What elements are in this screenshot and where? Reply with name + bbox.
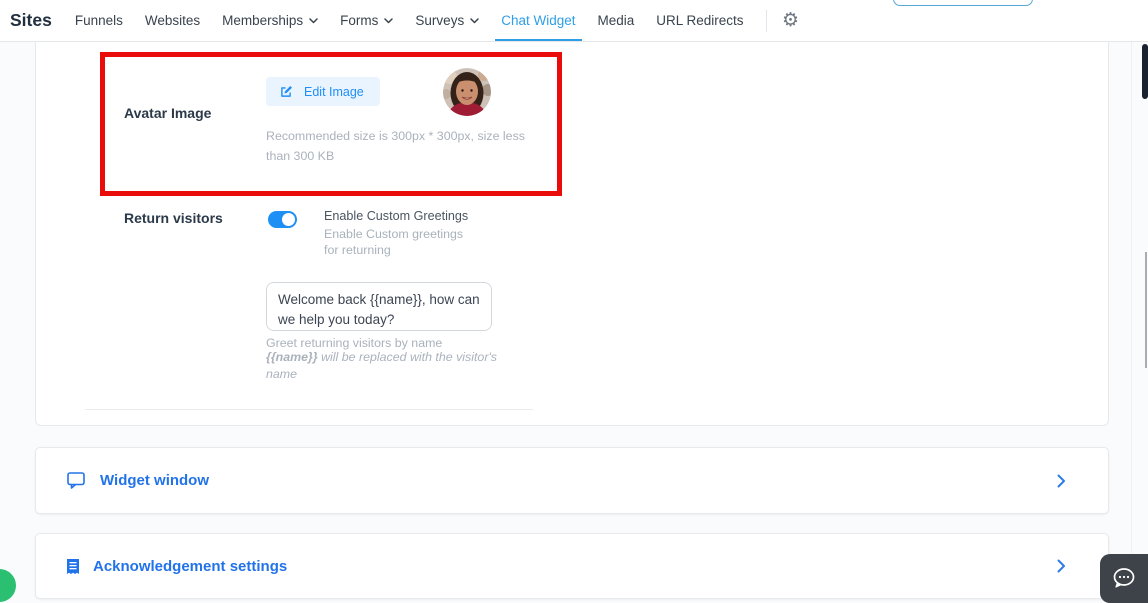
tab-forms[interactable]: Forms bbox=[329, 0, 404, 41]
nav-divider bbox=[765, 9, 767, 32]
enable-custom-greetings-title: Enable Custom Greetings bbox=[324, 209, 469, 223]
edit-image-label: Edit Image bbox=[304, 84, 364, 99]
section-divider bbox=[85, 409, 533, 410]
acknowledgement-settings-title: Acknowledgement settings bbox=[93, 557, 288, 575]
avatar-image-label: Avatar Image bbox=[124, 105, 212, 121]
greeting-message-textarea[interactable]: Welcome back {{name}}, how can we help y… bbox=[266, 282, 492, 331]
support-chat-bubble[interactable] bbox=[0, 569, 16, 602]
chevron-right-icon bbox=[1057, 474, 1066, 488]
chat-bubble-icon bbox=[67, 472, 86, 489]
greeting-token-helper-text: {{name}} will be replaced with the visit… bbox=[266, 349, 506, 384]
tab-websites[interactable]: Websites bbox=[134, 0, 211, 41]
custom-greetings-toggle[interactable] bbox=[268, 211, 297, 228]
chat-launcher-button[interactable] bbox=[1100, 554, 1148, 603]
tab-chat-widget[interactable]: Chat Widget bbox=[490, 0, 586, 41]
settings-gear-button[interactable]: ⚙ bbox=[778, 8, 804, 34]
chevron-right-icon bbox=[1057, 559, 1066, 573]
tab-surveys[interactable]: Surveys bbox=[404, 0, 490, 41]
tab-label: Surveys bbox=[415, 13, 465, 28]
gear-icon: ⚙ bbox=[782, 9, 800, 31]
chat-launcher-icon bbox=[1113, 567, 1135, 588]
nav-tabs: Funnels Websites Memberships Forms Surve… bbox=[64, 0, 755, 41]
receipt-icon bbox=[67, 558, 79, 574]
cutoff-top-button[interactable] bbox=[893, 0, 1033, 6]
chevron-down-icon bbox=[309, 17, 318, 23]
tab-url-redirects[interactable]: URL Redirects bbox=[645, 0, 754, 41]
tab-label: URL Redirects bbox=[656, 13, 744, 28]
tab-label: Memberships bbox=[222, 13, 304, 28]
acknowledgement-settings-card[interactable]: Acknowledgement settings bbox=[35, 533, 1109, 599]
chevron-down-icon bbox=[384, 17, 394, 23]
enable-custom-greetings-subtitle: Enable Custom greetings for returning bbox=[324, 227, 464, 258]
tab-memberships[interactable]: Memberships bbox=[211, 0, 329, 41]
tab-media[interactable]: Media bbox=[587, 0, 646, 41]
page-title: Sites bbox=[10, 10, 52, 30]
avatar-helper-text: Recommended size is 300px * 300px, size … bbox=[266, 129, 525, 164]
tab-label: Media bbox=[597, 13, 635, 28]
chat-widget-settings-panel bbox=[35, 41, 1109, 426]
chat-widget-settings-page: Sites Funnels Websites Memberships Forms… bbox=[0, 0, 1148, 603]
edit-image-button[interactable]: Edit Image bbox=[266, 77, 380, 106]
page-scrollbar-thumb[interactable] bbox=[1145, 252, 1147, 368]
widget-window-title: Widget window bbox=[100, 472, 210, 489]
tab-label: Websites bbox=[144, 13, 201, 28]
edit-pencil-icon bbox=[281, 85, 292, 97]
widget-window-card[interactable]: Widget window bbox=[35, 447, 1109, 514]
avatar-image[interactable] bbox=[443, 68, 491, 116]
top-navigation: Sites Funnels Websites Memberships Forms… bbox=[0, 0, 1148, 42]
tab-label: Chat Widget bbox=[501, 13, 576, 28]
name-token: {{name}} bbox=[266, 350, 318, 364]
tab-label: Funnels bbox=[74, 13, 123, 28]
tab-label: Forms bbox=[340, 13, 379, 28]
inner-scrollbar-thumb[interactable] bbox=[1142, 44, 1148, 99]
scrollbar-track-edge bbox=[1131, 41, 1132, 603]
tab-funnels[interactable]: Funnels bbox=[64, 0, 134, 41]
return-visitors-label: Return visitors bbox=[124, 210, 223, 226]
avatar-photo bbox=[443, 68, 491, 116]
chevron-down-icon bbox=[470, 17, 479, 23]
